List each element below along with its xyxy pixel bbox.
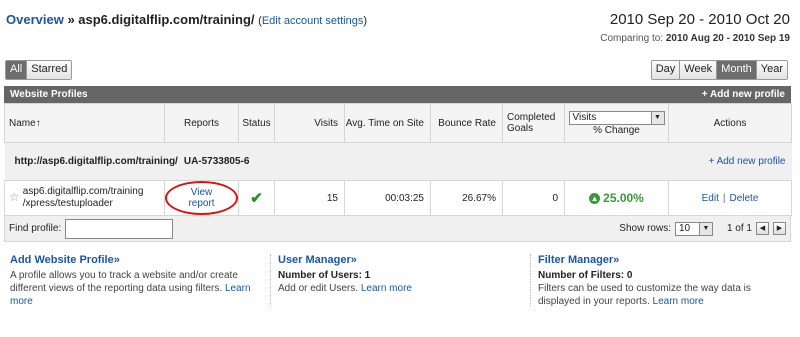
table-footer: Find profile: Show rows: 10 ▼ 1 of 1 ◀ ▶ [4, 216, 791, 242]
next-page-icon[interactable]: ▶ [773, 222, 786, 235]
breadcrumb: Overview » asp6.digitalflip.com/training… [6, 12, 367, 27]
col-name[interactable]: Name↑ [4, 103, 165, 143]
account-group: http://asp6.digitalflip.com/training/UA-… [4, 142, 503, 181]
prev-page-icon[interactable]: ◀ [756, 222, 769, 235]
profile-name-line1: asp6.digitalflip.com/training [22, 186, 144, 197]
user-desc: Add or edit Users. [278, 283, 359, 294]
find-profile-label: Find profile: [9, 223, 62, 234]
user-manager-section: User Manager» Number of Users: 1 Add or … [278, 254, 508, 295]
star-icon[interactable]: ☆ [9, 191, 20, 203]
up-arrow-icon: ▲ [589, 192, 601, 204]
add-new-profile-link[interactable]: + Add new profile [702, 86, 785, 103]
pct-change-label: % Change [593, 124, 640, 136]
account-path: » asp6.digitalflip.com/training/ [63, 12, 255, 27]
toggle-starred[interactable]: Starred [27, 61, 72, 79]
add-profile-desc: A profile allows you to track a website … [10, 270, 238, 294]
learn-more-link[interactable]: Learn more [361, 283, 412, 294]
users-count: Number of Users: 1 [278, 270, 371, 281]
add-website-profile-link[interactable]: Add Website Profile» [10, 254, 265, 267]
pct-change-value: ▲ 25.00% [589, 191, 644, 205]
visits-value: 15 [274, 180, 345, 216]
profile-name-cell: ☆ asp6.digitalflip.com/training /xpress/… [4, 180, 165, 216]
show-rows-select[interactable]: 10 ▼ [674, 221, 713, 236]
profiles-table: Name↑ Reports Status Visits Avg. Time on… [4, 103, 792, 216]
delete-link[interactable]: Delete [729, 193, 758, 204]
col-actions: Actions [668, 103, 792, 143]
bounce-value: 26.67% [430, 180, 503, 216]
chevron-down-icon: ▼ [698, 222, 712, 235]
add-profile-link[interactable]: + Add new profile [709, 156, 786, 167]
date-range[interactable]: 2010 Sep 20 - 2010 Oct 20 [610, 11, 790, 28]
filter-manager-link[interactable]: Filter Manager» [538, 254, 758, 267]
toggle-week[interactable]: Week [680, 61, 718, 79]
avg-time-value: 00:03:25 [344, 180, 431, 216]
add-profile-section: Add Website Profile» A profile allows yo… [10, 254, 265, 308]
profile-name-line2: /xpress/testuploader [22, 198, 113, 209]
col-pct-change: Visits ▼ % Change [564, 103, 669, 143]
filters-count: Number of Filters: 0 [538, 270, 633, 281]
account-group-row: http://asp6.digitalflip.com/training/UA-… [4, 142, 792, 181]
col-visits[interactable]: Visits [274, 103, 345, 143]
profile-filter-toggle: All Starred [5, 60, 73, 80]
show-rows-label: Show rows: [619, 223, 671, 234]
account-url: http://asp6.digitalflip.com/training/ [14, 156, 178, 167]
user-manager-link[interactable]: User Manager» [278, 254, 508, 267]
website-profiles-panel: Website Profiles + Add new profile Name↑… [4, 86, 792, 242]
action-separator: | [722, 192, 726, 204]
panel-titlebar: Website Profiles + Add new profile [4, 86, 791, 103]
ua-code: UA-5733805-6 [183, 156, 250, 167]
find-profile-input[interactable] [65, 218, 174, 239]
edit-link[interactable]: Edit [702, 193, 719, 204]
filter-manager-section: Filter Manager» Number of Filters: 0 Fil… [538, 254, 758, 308]
sort-arrow-icon: ↑ [35, 117, 41, 129]
col-completed-goals[interactable]: Completed Goals [502, 103, 565, 143]
filter-desc: Filters can be used to customize the way… [538, 283, 751, 307]
overview-link[interactable]: Overview [6, 12, 64, 27]
highlight-oval: View report [165, 181, 238, 215]
edit-account-wrap: (Edit account settings) [258, 15, 368, 27]
edit-account-link[interactable]: Edit account settings [262, 15, 364, 27]
toggle-all[interactable]: All [6, 61, 28, 79]
completed-value: 0 [502, 180, 565, 216]
panel-title: Website Profiles [10, 89, 88, 100]
col-bounce-rate[interactable]: Bounce Rate [430, 103, 503, 143]
comparing-text: Comparing to: 2010 Aug 20 - 2010 Sep 19 [600, 33, 790, 44]
comparing-range: 2010 Aug 20 - 2010 Sep 19 [665, 33, 790, 44]
column-headers: Name↑ Reports Status Visits Avg. Time on… [4, 103, 792, 143]
toggle-month[interactable]: Month [717, 61, 757, 79]
col-avg-time[interactable]: Avg. Time on Site [344, 103, 431, 143]
divider [270, 254, 271, 306]
col-status: Status [238, 103, 275, 143]
period-toggle: Day Week Month Year [650, 60, 788, 80]
page-info: 1 of 1 [726, 223, 752, 234]
toggle-day[interactable]: Day [651, 61, 681, 79]
view-report-link[interactable]: View report [188, 187, 214, 209]
toggle-year[interactable]: Year [756, 61, 787, 79]
chevron-down-icon: ▼ [650, 111, 664, 124]
check-icon: ✔ [250, 190, 263, 207]
metric-select[interactable]: Visits ▼ [568, 110, 665, 125]
learn-more-link[interactable]: Learn more [653, 296, 704, 307]
divider [530, 254, 531, 306]
col-reports: Reports [164, 103, 239, 143]
table-row: ☆ asp6.digitalflip.com/training /xpress/… [4, 180, 792, 216]
